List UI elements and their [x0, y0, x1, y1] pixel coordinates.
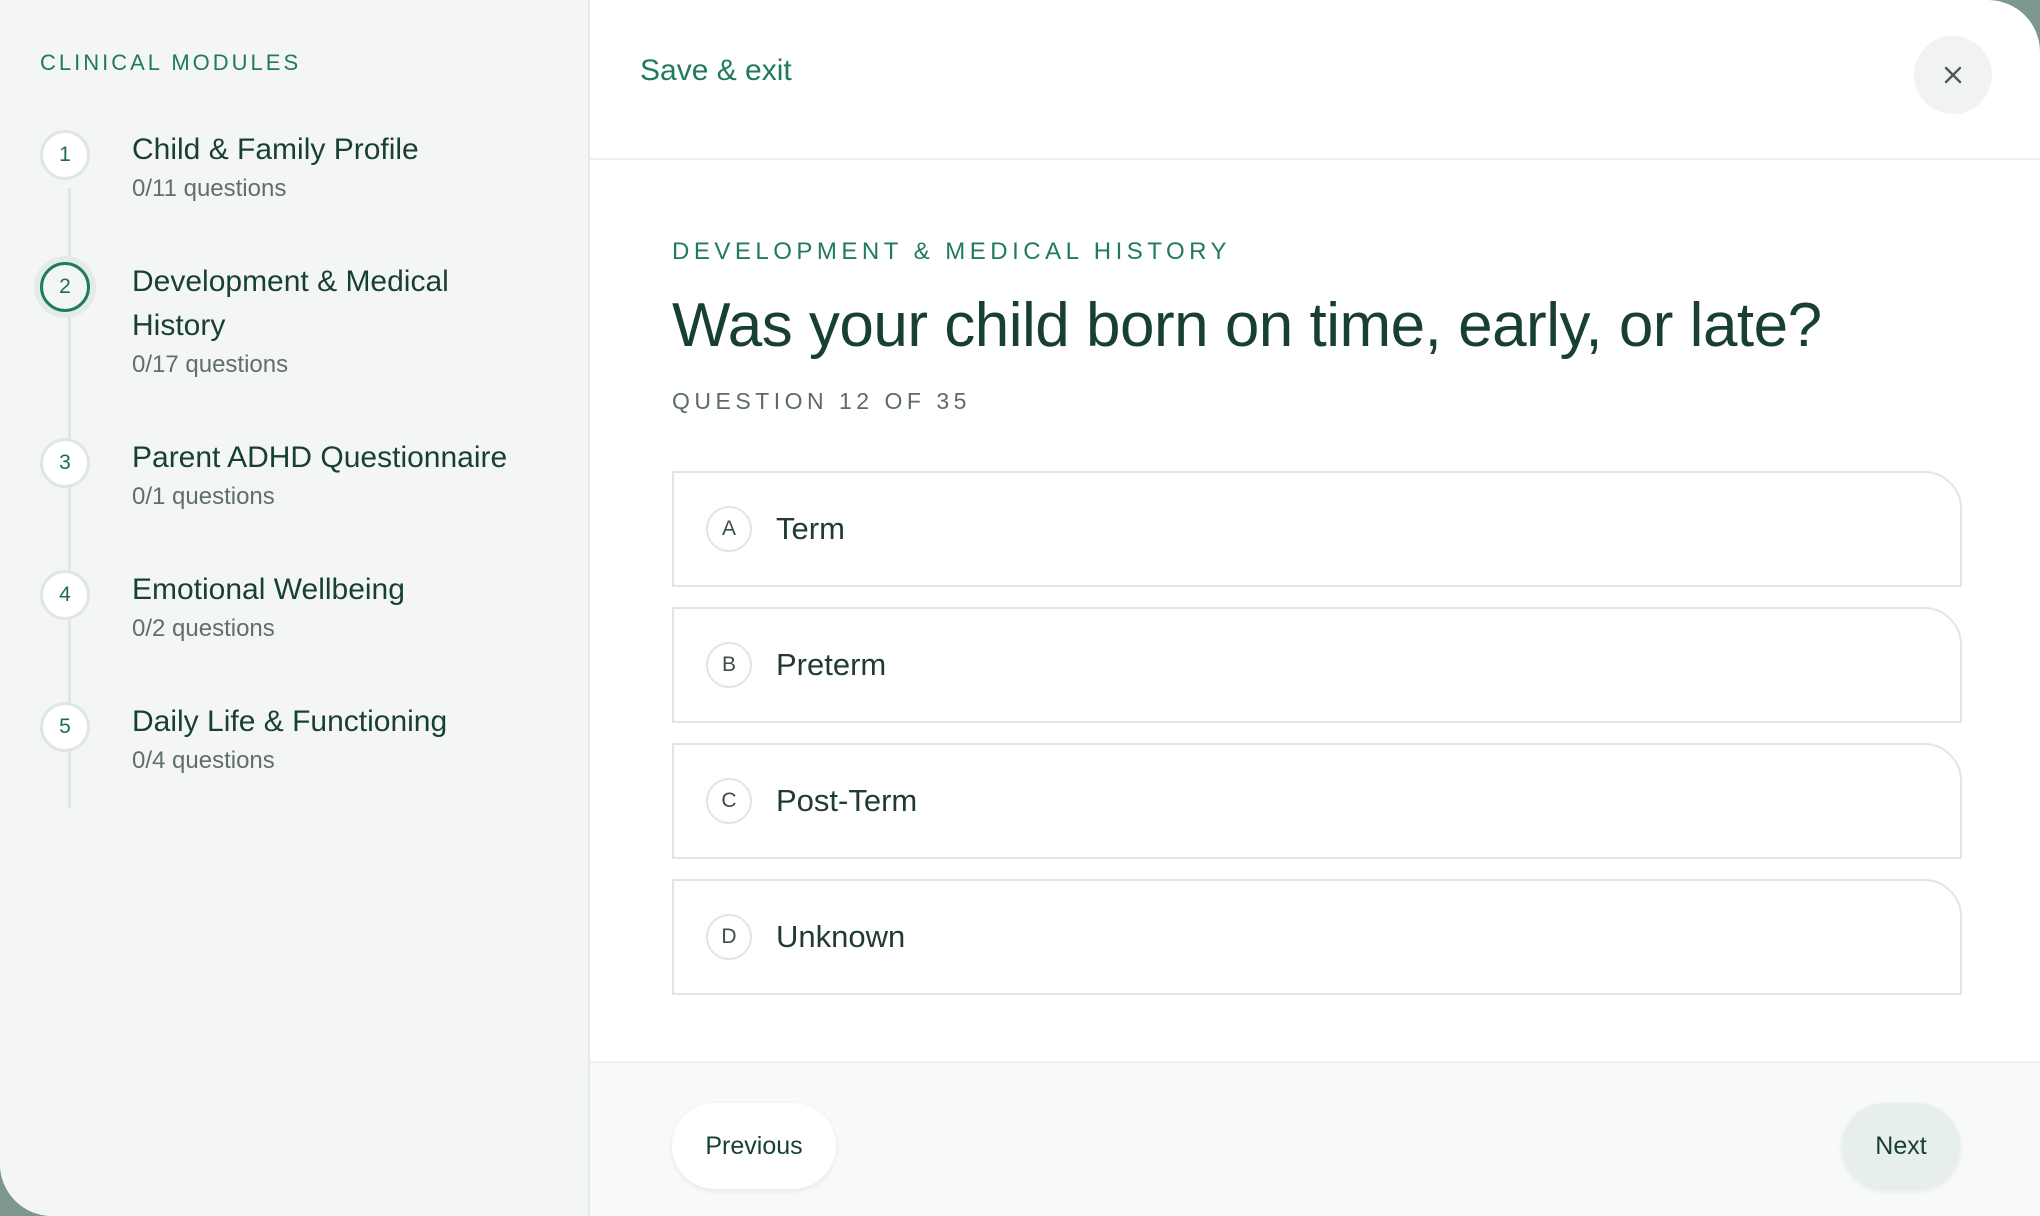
app-window: CLINICAL MODULES 1 Child & Family Profil… — [0, 0, 2040, 1216]
module-progress: 0/1 questions — [132, 483, 275, 510]
option-term[interactable]: A Term — [672, 471, 1962, 587]
module-progress: 0/2 questions — [132, 615, 275, 642]
section-label: DEVELOPMENT & MEDICAL HISTORY — [672, 238, 1232, 265]
module-item-parent-adhd-questionnaire[interactable]: 3 Parent ADHD Questionnaire 0/1 question… — [40, 436, 588, 568]
sidebar-title: CLINICAL MODULES — [40, 50, 302, 75]
module-progress: 0/17 questions — [132, 351, 289, 378]
previous-button[interactable]: Previous — [672, 1103, 836, 1189]
option-label: Preterm — [776, 647, 887, 682]
module-title: Parent ADHD Questionnaire — [132, 441, 508, 474]
step-number: 1 — [40, 130, 90, 180]
option-post-term[interactable]: C Post-Term — [672, 743, 1962, 859]
module-list: 1 Child & Family Profile 0/11 questions … — [40, 128, 588, 832]
module-title: Child & Family Profile — [132, 133, 419, 166]
module-item-emotional-wellbeing[interactable]: 4 Emotional Wellbeing 0/2 questions — [40, 568, 588, 700]
save-exit-link[interactable]: Save & exit — [640, 54, 792, 88]
module-item-child-family-profile[interactable]: 1 Child & Family Profile 0/11 questions — [40, 128, 588, 260]
module-item-daily-life-functioning[interactable]: 5 Daily Life & Functioning 0/4 questions — [40, 700, 588, 832]
option-preterm[interactable]: B Preterm — [672, 607, 1962, 723]
option-letter: B — [706, 642, 752, 688]
main-panel: Save & exit DEVELOPMENT & MEDICAL HISTOR… — [590, 0, 2040, 1216]
option-letter: D — [706, 914, 752, 960]
step-number: 5 — [40, 702, 90, 752]
module-progress: 0/4 questions — [132, 747, 275, 774]
module-progress: 0/11 questions — [132, 175, 287, 202]
option-letter: A — [706, 506, 752, 552]
module-item-development-medical-history[interactable]: 2 Development & Medical History 0/17 que… — [40, 260, 588, 436]
answer-options: A Term B Preterm C Post-Term D Unknown — [672, 471, 1962, 995]
module-title: Daily Life & Functioning — [132, 705, 448, 738]
close-icon — [1944, 66, 1962, 84]
step-number: 4 — [40, 570, 90, 620]
module-title: Development & Medical History — [132, 265, 449, 342]
close-button[interactable] — [1914, 36, 1992, 114]
footer-nav: Previous Next — [590, 1061, 2040, 1216]
question-content: DEVELOPMENT & MEDICAL HISTORY Was your c… — [672, 238, 1962, 1015]
step-number: 3 — [40, 438, 90, 488]
sidebar: CLINICAL MODULES 1 Child & Family Profil… — [0, 0, 590, 1216]
next-button[interactable]: Next — [1842, 1103, 1960, 1189]
option-label: Unknown — [776, 919, 906, 954]
option-label: Term — [776, 511, 845, 546]
option-unknown[interactable]: D Unknown — [672, 879, 1962, 995]
question-text: Was your child born on time, early, or l… — [672, 291, 1822, 360]
question-counter: QUESTION 12 OF 35 — [672, 388, 971, 414]
option-letter: C — [706, 778, 752, 824]
option-label: Post-Term — [776, 783, 918, 818]
module-title: Emotional Wellbeing — [132, 573, 405, 606]
step-number: 2 — [40, 262, 90, 312]
top-bar: Save & exit — [590, 0, 2040, 160]
